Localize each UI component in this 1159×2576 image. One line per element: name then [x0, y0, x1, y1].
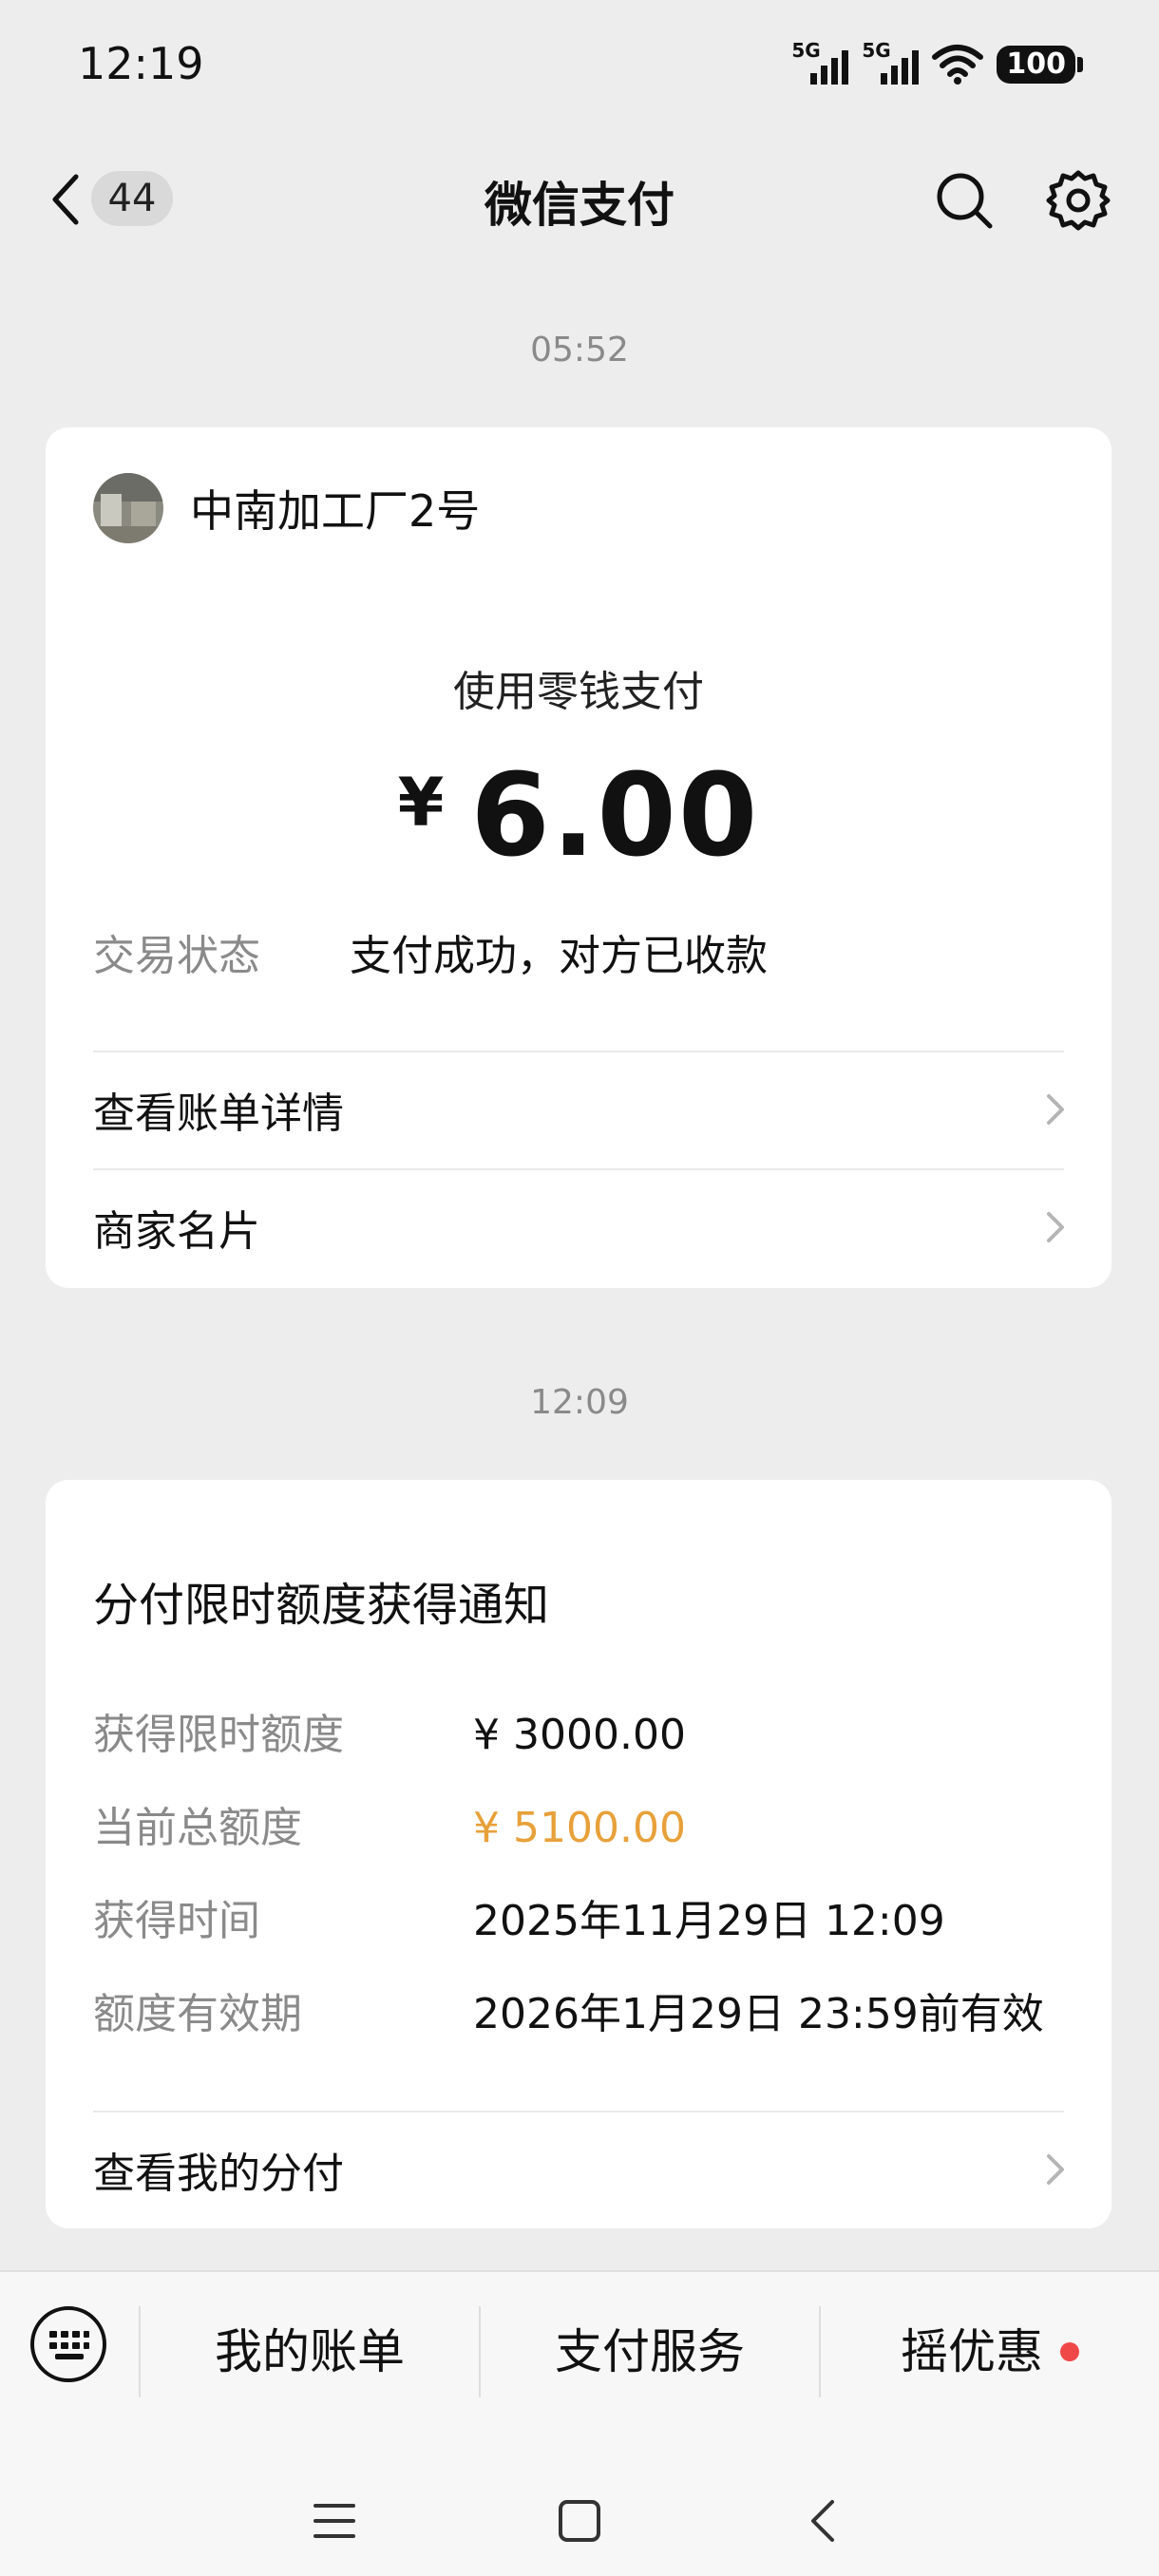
merchant-avatar: [93, 473, 163, 543]
currency-symbol: ¥: [397, 764, 445, 842]
info-row: 额度有效期 2026年1月29日 23:59前有效: [93, 1990, 1044, 2038]
keyboard-icon: [30, 2306, 106, 2382]
link-label: 商家名片: [93, 1207, 260, 1256]
status-value: 支付成功，对方已收款: [350, 932, 768, 980]
menu-my-bills[interactable]: 我的账单: [141, 2306, 479, 2397]
link-label: 查看账单详情: [93, 1089, 344, 1138]
status-icons: 5G 5G 100: [791, 38, 1083, 91]
system-nav-bar: [0, 2462, 1159, 2576]
info-row: 获得时间 2025年11月29日 12:09: [93, 1897, 945, 1945]
chevron-right-icon: [1047, 2154, 1064, 2185]
merchant-header[interactable]: 中南加工厂2号: [93, 473, 480, 543]
message-time: 12:09: [530, 1383, 629, 1422]
view-bill-details-link[interactable]: 查看账单详情: [93, 1052, 1070, 1166]
info-row: 获得限时额度 ¥ 3000.00: [93, 1711, 686, 1759]
menu-shake-deals[interactable]: 摇优惠: [821, 2306, 1159, 2397]
status-label: 交易状态: [93, 932, 260, 980]
keyboard-toggle-button[interactable]: [28, 2304, 108, 2384]
nav-bar: 44 微信支付: [0, 142, 1159, 256]
wifi-icon: [932, 45, 984, 85]
home-square-icon[interactable]: [542, 2483, 618, 2559]
bottom-menu-bar: 我的账单 支付服务 摇优惠: [0, 2270, 1159, 2462]
search-button[interactable]: [931, 167, 998, 234]
merchant-card-link[interactable]: 商家名片: [93, 1170, 1070, 1284]
cellular-signal-icon: 5G: [791, 41, 849, 88]
payment-amount: ¥6.00: [46, 750, 1112, 882]
link-label: 查看我的分付: [93, 2150, 344, 2198]
transaction-status-row: 交易状态 支付成功，对方已收款: [93, 921, 768, 982]
amount-value: 6.00: [470, 750, 760, 882]
credit-notice-card: 分付限时额度获得通知 获得限时额度 ¥ 3000.00 当前总额度 ¥ 5100.0…: [46, 1480, 1112, 2228]
notice-title: 分付限时额度获得通知: [93, 1579, 550, 1632]
chevron-right-icon: [1047, 1212, 1064, 1242]
settings-button[interactable]: [1045, 167, 1112, 234]
merchant-name: 中南加工厂2号: [190, 485, 481, 537]
message-time: 05:52: [530, 331, 629, 369]
payment-card: 中南加工厂2号 使用零钱支付 ¥6.00 交易状态 支付成功，对方已收款 查看账单…: [46, 427, 1112, 1288]
chevron-right-icon: [1047, 1094, 1064, 1125]
battery-icon: 100: [997, 46, 1083, 84]
payment-method: 使用零钱支付: [453, 668, 704, 716]
view-my-fenfu-link[interactable]: 查看我的分付: [93, 2112, 1070, 2226]
info-row: 当前总额度 ¥ 5100.00: [93, 1804, 686, 1852]
search-icon: [937, 173, 993, 229]
gear-icon: [1046, 170, 1111, 231]
cellular-signal-icon: 5G: [862, 41, 920, 88]
back-triangle-icon[interactable]: [787, 2483, 863, 2559]
status-time: 12:19: [78, 38, 204, 89]
notification-dot: [1060, 2341, 1079, 2361]
recents-menu-icon[interactable]: [296, 2483, 372, 2559]
menu-payment-services[interactable]: 支付服务: [481, 2306, 819, 2397]
status-bar: 12:19 5G 5G 100: [0, 0, 1159, 133]
